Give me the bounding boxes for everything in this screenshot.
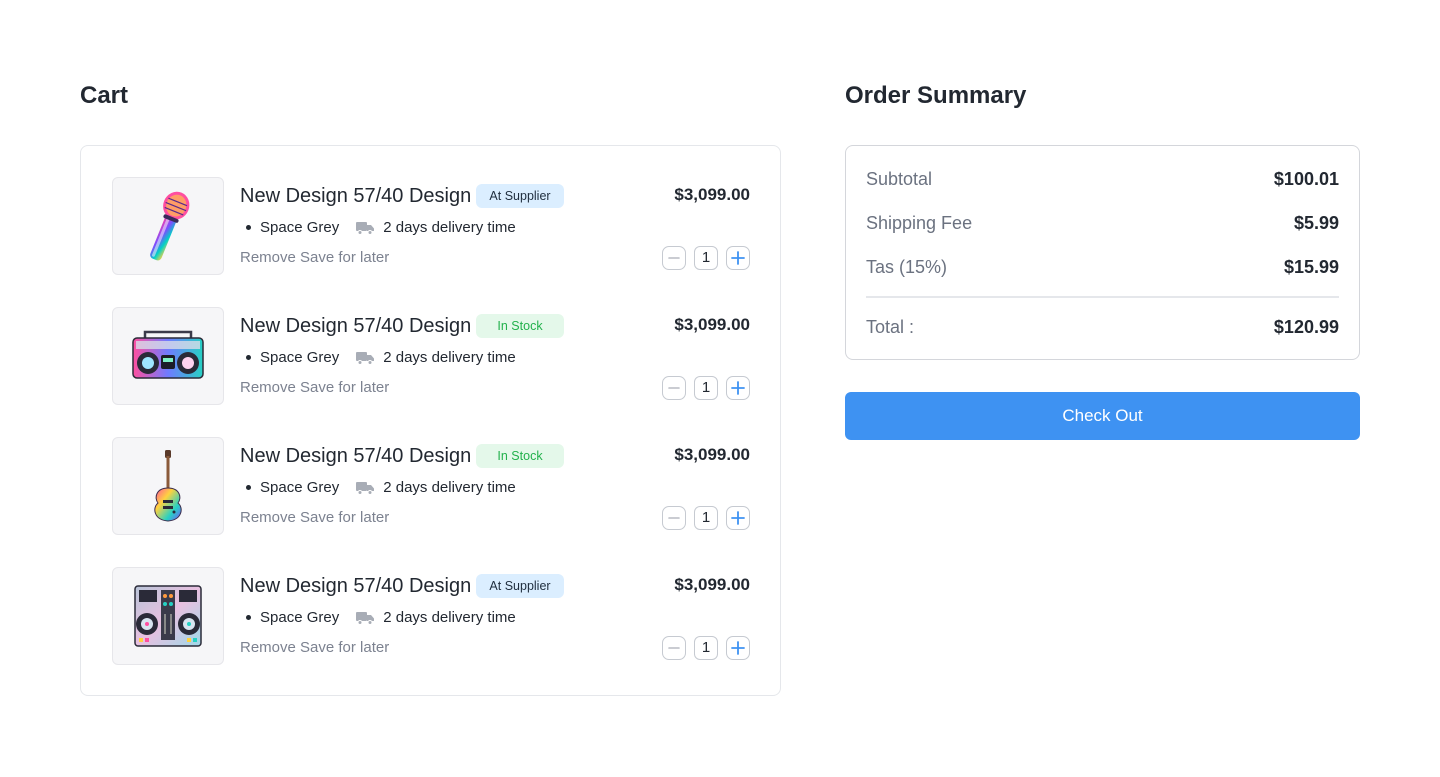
quantity-stepper: 1: [662, 506, 750, 530]
quantity-stepper: 1: [662, 636, 750, 660]
decrease-quantity-button[interactable]: [662, 376, 686, 400]
product-meta: Space Grey 2 days delivery time: [246, 349, 516, 366]
product-image[interactable]: [112, 307, 224, 405]
product-image[interactable]: [112, 177, 224, 275]
save-for-later-link[interactable]: Save for later: [300, 639, 389, 656]
increase-quantity-button[interactable]: [726, 246, 750, 270]
guitar-icon: [154, 450, 182, 522]
product-price: $3,099.00: [674, 575, 750, 594]
product-color: Space Grey: [260, 349, 340, 366]
product-price: $3,099.00: [674, 445, 750, 464]
remove-link[interactable]: Remove: [240, 639, 296, 656]
order-summary-title: Order Summary: [845, 82, 1027, 109]
subtotal-label: Subtotal: [866, 169, 933, 189]
truck-icon: [356, 221, 375, 235]
truck-icon: [356, 611, 375, 625]
cart-item: New Design 57/40 Design In Stock $3,099.…: [112, 437, 750, 535]
item-actions: Remove Save for later: [240, 639, 389, 656]
plus-icon: [731, 381, 745, 395]
product-name[interactable]: New Design 57/40 Design: [240, 315, 471, 338]
cart-panel: New Design 57/40 Design At Supplier $3,0…: [80, 145, 781, 696]
delivery-time: 2 days delivery time: [383, 349, 516, 366]
cart-item: New Design 57/40 Design In Stock $3,099.…: [112, 307, 750, 405]
cart-item: New Design 57/40 Design At Supplier $3,0…: [112, 177, 750, 275]
bullet-icon: [246, 355, 251, 360]
save-for-later-link[interactable]: Save for later: [300, 379, 389, 396]
delivery-time: 2 days delivery time: [383, 479, 516, 496]
minus-icon: [668, 387, 680, 389]
cart-item: New Design 57/40 Design At Supplier $3,0…: [112, 567, 750, 665]
bullet-icon: [246, 615, 251, 620]
dj-controller-icon: [134, 585, 202, 647]
item-actions: Remove Save for later: [240, 509, 389, 526]
product-meta: Space Grey 2 days delivery time: [246, 609, 516, 626]
tax-label: Tas (15%): [866, 257, 948, 277]
save-for-later-link[interactable]: Save for later: [300, 509, 389, 526]
increase-quantity-button[interactable]: [726, 376, 750, 400]
remove-link[interactable]: Remove: [240, 379, 296, 396]
shipping-row: Shipping Fee $5.99: [866, 213, 1339, 234]
status-badge: In Stock: [476, 314, 564, 338]
quantity-value[interactable]: 1: [694, 636, 718, 660]
bullet-icon: [246, 485, 251, 490]
product-meta: Space Grey 2 days delivery time: [246, 479, 516, 496]
product-price: $3,099.00: [674, 315, 750, 334]
quantity-stepper: 1: [662, 246, 750, 270]
status-badge: At Supplier: [476, 184, 564, 208]
truck-icon: [356, 351, 375, 365]
quantity-value[interactable]: 1: [694, 376, 718, 400]
minus-icon: [668, 257, 680, 259]
product-color: Space Grey: [260, 219, 340, 236]
product-meta: Space Grey 2 days delivery time: [246, 219, 516, 236]
save-for-later-link[interactable]: Save for later: [300, 249, 389, 266]
decrease-quantity-button[interactable]: [662, 636, 686, 660]
decrease-quantity-button[interactable]: [662, 246, 686, 270]
cart-title: Cart: [80, 82, 129, 109]
product-name[interactable]: New Design 57/40 Design: [240, 575, 471, 598]
increase-quantity-button[interactable]: [726, 636, 750, 660]
total-label: Total :: [866, 317, 915, 337]
subtotal-row: Subtotal $100.01: [866, 169, 1339, 190]
minus-icon: [668, 647, 680, 649]
divider: [866, 296, 1339, 298]
tax-row: Tas (15%) $15.99: [866, 257, 1339, 278]
total-row: Total : $120.99: [866, 317, 1339, 338]
quantity-value[interactable]: 1: [694, 246, 718, 270]
tax-value: $15.99: [1283, 257, 1339, 277]
product-price: $3,099.00: [674, 185, 750, 204]
product-image[interactable]: [112, 437, 224, 535]
increase-quantity-button[interactable]: [726, 506, 750, 530]
product-color: Space Grey: [260, 609, 340, 626]
product-color: Space Grey: [260, 479, 340, 496]
checkout-button[interactable]: Check Out: [845, 392, 1360, 440]
quantity-value[interactable]: 1: [694, 506, 718, 530]
boombox-icon: [132, 330, 204, 379]
order-summary-panel: Subtotal $100.01 Shipping Fee $5.99 Tas …: [845, 145, 1360, 360]
subtotal-value: $100.01: [1273, 169, 1339, 189]
remove-link[interactable]: Remove: [240, 509, 296, 526]
shipping-value: $5.99: [1293, 213, 1339, 233]
product-image[interactable]: [112, 567, 224, 665]
remove-link[interactable]: Remove: [240, 249, 296, 266]
decrease-quantity-button[interactable]: [662, 506, 686, 530]
shipping-label: Shipping Fee: [866, 213, 973, 233]
item-actions: Remove Save for later: [240, 379, 389, 396]
bullet-icon: [246, 225, 251, 230]
plus-icon: [731, 641, 745, 655]
delivery-time: 2 days delivery time: [383, 609, 516, 626]
microphone-icon: [150, 191, 190, 261]
plus-icon: [731, 511, 745, 525]
minus-icon: [668, 517, 680, 519]
product-name[interactable]: New Design 57/40 Design: [240, 185, 471, 208]
product-name[interactable]: New Design 57/40 Design: [240, 445, 471, 468]
status-badge: At Supplier: [476, 574, 564, 598]
truck-icon: [356, 481, 375, 495]
status-badge: In Stock: [476, 444, 564, 468]
item-actions: Remove Save for later: [240, 249, 389, 266]
plus-icon: [731, 251, 745, 265]
total-value: $120.99: [1273, 317, 1339, 337]
quantity-stepper: 1: [662, 376, 750, 400]
cart-page: Cart New Design 57/40 Design At Supplier…: [0, 0, 1440, 777]
delivery-time: 2 days delivery time: [383, 219, 516, 236]
